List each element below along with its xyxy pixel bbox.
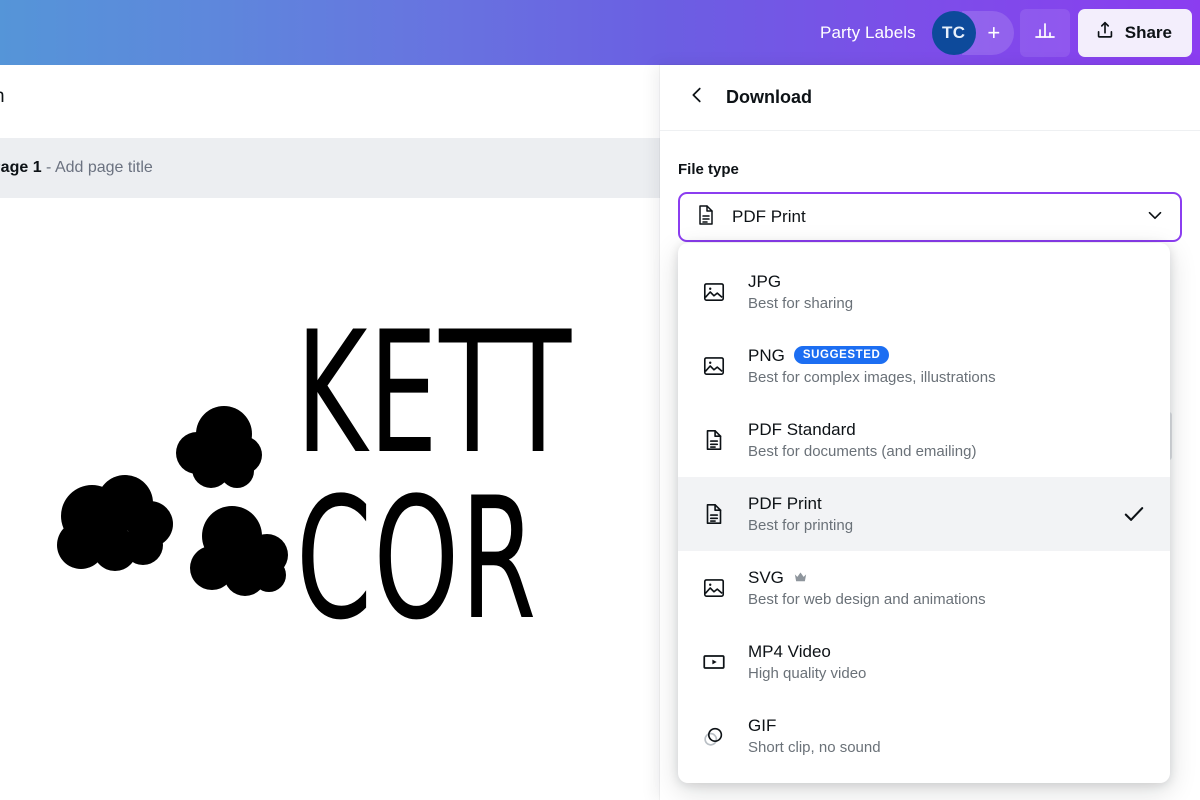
toolbar-truncated-label: n	[0, 86, 5, 108]
dropdown-option-gif[interactable]: GIF Short clip, no sound	[678, 699, 1170, 773]
checkmark-icon	[1118, 500, 1148, 528]
collaborators-group: TC +	[931, 10, 1014, 55]
dropdown-option-jpg[interactable]: JPG Best for sharing	[678, 255, 1170, 329]
dropdown-option-text: MP4 Video High quality video	[748, 641, 1118, 684]
insights-button[interactable]	[1019, 8, 1070, 57]
dropdown-option-text: JPG Best for sharing	[748, 271, 1118, 314]
option-title: PDF Standard	[748, 419, 856, 439]
top-toolbar: Party Labels TC + Share	[0, 0, 1200, 65]
panel-title: Download	[726, 87, 812, 107]
image-icon	[700, 278, 728, 306]
option-title-row: GIF	[748, 715, 1118, 736]
bar-chart-icon	[1033, 18, 1057, 47]
panel-body: File type PDF Print	[660, 131, 1200, 242]
option-title: PNG	[748, 345, 785, 365]
dropdown-option-text: PNG SUGGESTED Best for complex images, i…	[748, 345, 1118, 388]
dropdown-option-text: PDF Standard Best for documents (and ema…	[748, 419, 1118, 462]
pdf-document-icon	[694, 203, 718, 232]
document-title[interactable]: Party Labels	[820, 23, 916, 43]
upload-icon	[1094, 19, 1116, 46]
page-number: Page 1	[0, 159, 42, 176]
suggested-badge: SUGGESTED	[793, 346, 890, 365]
popcorn-kernel-top-icon	[172, 406, 272, 501]
option-title-row: PNG SUGGESTED	[748, 345, 1118, 366]
option-title: SVG	[748, 567, 784, 587]
image-icon	[700, 352, 728, 380]
option-title: GIF	[748, 715, 777, 735]
file-type-dropdown: JPG Best for sharing PNG SUGGESTED Best	[678, 243, 1170, 783]
popcorn-kernel-left-icon	[55, 473, 185, 583]
option-title-row: PDF Print	[748, 493, 1118, 514]
headline-line-2: COR	[296, 461, 538, 658]
option-subtitle: Best for web design and animations	[748, 590, 986, 608]
panel-header: Download	[660, 65, 1200, 131]
dropdown-option-png[interactable]: PNG SUGGESTED Best for complex images, i…	[678, 329, 1170, 403]
back-button[interactable]	[678, 79, 716, 117]
option-subtitle: Best for documents (and emailing)	[748, 442, 977, 460]
image-icon	[700, 574, 728, 602]
crown-icon	[793, 570, 808, 585]
file-type-select[interactable]: PDF Print	[678, 192, 1182, 242]
chevron-left-icon	[686, 84, 708, 111]
page-title-separator: -	[41, 159, 55, 176]
video-icon	[700, 648, 728, 676]
option-subtitle: Best for complex images, illustrations	[748, 368, 996, 386]
option-subtitle: Best for printing	[748, 516, 854, 534]
chevron-down-icon[interactable]	[1144, 204, 1166, 231]
option-title: MP4 Video	[748, 641, 831, 661]
option-title-row: SVG	[748, 567, 1118, 588]
app-root: Party Labels TC + Share age 1 - Add page…	[0, 0, 1200, 800]
option-subtitle: Best for sharing	[748, 294, 854, 312]
pdf-document-icon	[700, 500, 728, 528]
option-title-row: JPG	[748, 271, 1118, 292]
dropdown-option-pdf-print[interactable]: PDF Print Best for printing	[678, 477, 1170, 551]
option-title: JPG	[748, 271, 782, 291]
artwork-headline[interactable]: KETT COR	[296, 309, 573, 643]
dropdown-option-mp4[interactable]: MP4 Video High quality video	[678, 625, 1170, 699]
dropdown-option-text: SVG Best for web design and animations	[748, 567, 1118, 610]
option-title-row: PDF Standard	[748, 419, 1118, 440]
file-type-selected-value: PDF Print	[732, 207, 806, 226]
option-subtitle: Short clip, no sound	[748, 738, 881, 756]
dropdown-option-text: GIF Short clip, no sound	[748, 715, 1118, 758]
pdf-document-icon	[700, 426, 728, 454]
share-button[interactable]: Share	[1077, 8, 1192, 57]
avatar[interactable]: TC	[931, 10, 976, 55]
popcorn-kernel-right-icon	[190, 506, 295, 606]
dropdown-option-svg[interactable]: SVG Best for web design and animations	[678, 551, 1170, 625]
gif-icon	[700, 722, 728, 750]
dropdown-option-text: PDF Print Best for printing	[748, 493, 1118, 536]
artwork-group[interactable]: KETT COR	[0, 198, 760, 800]
option-title: PDF Print	[748, 493, 822, 513]
file-type-label: File type	[678, 161, 739, 178]
option-title-row: MP4 Video	[748, 641, 1118, 662]
page-title-label[interactable]: Page 1 - Add page title	[0, 159, 153, 177]
option-subtitle: High quality video	[748, 664, 867, 682]
page-title-placeholder[interactable]: Add page title	[55, 159, 153, 176]
share-button-label: Share	[1124, 22, 1172, 42]
dropdown-option-pdf-standard[interactable]: PDF Standard Best for documents (and ema…	[678, 403, 1170, 477]
